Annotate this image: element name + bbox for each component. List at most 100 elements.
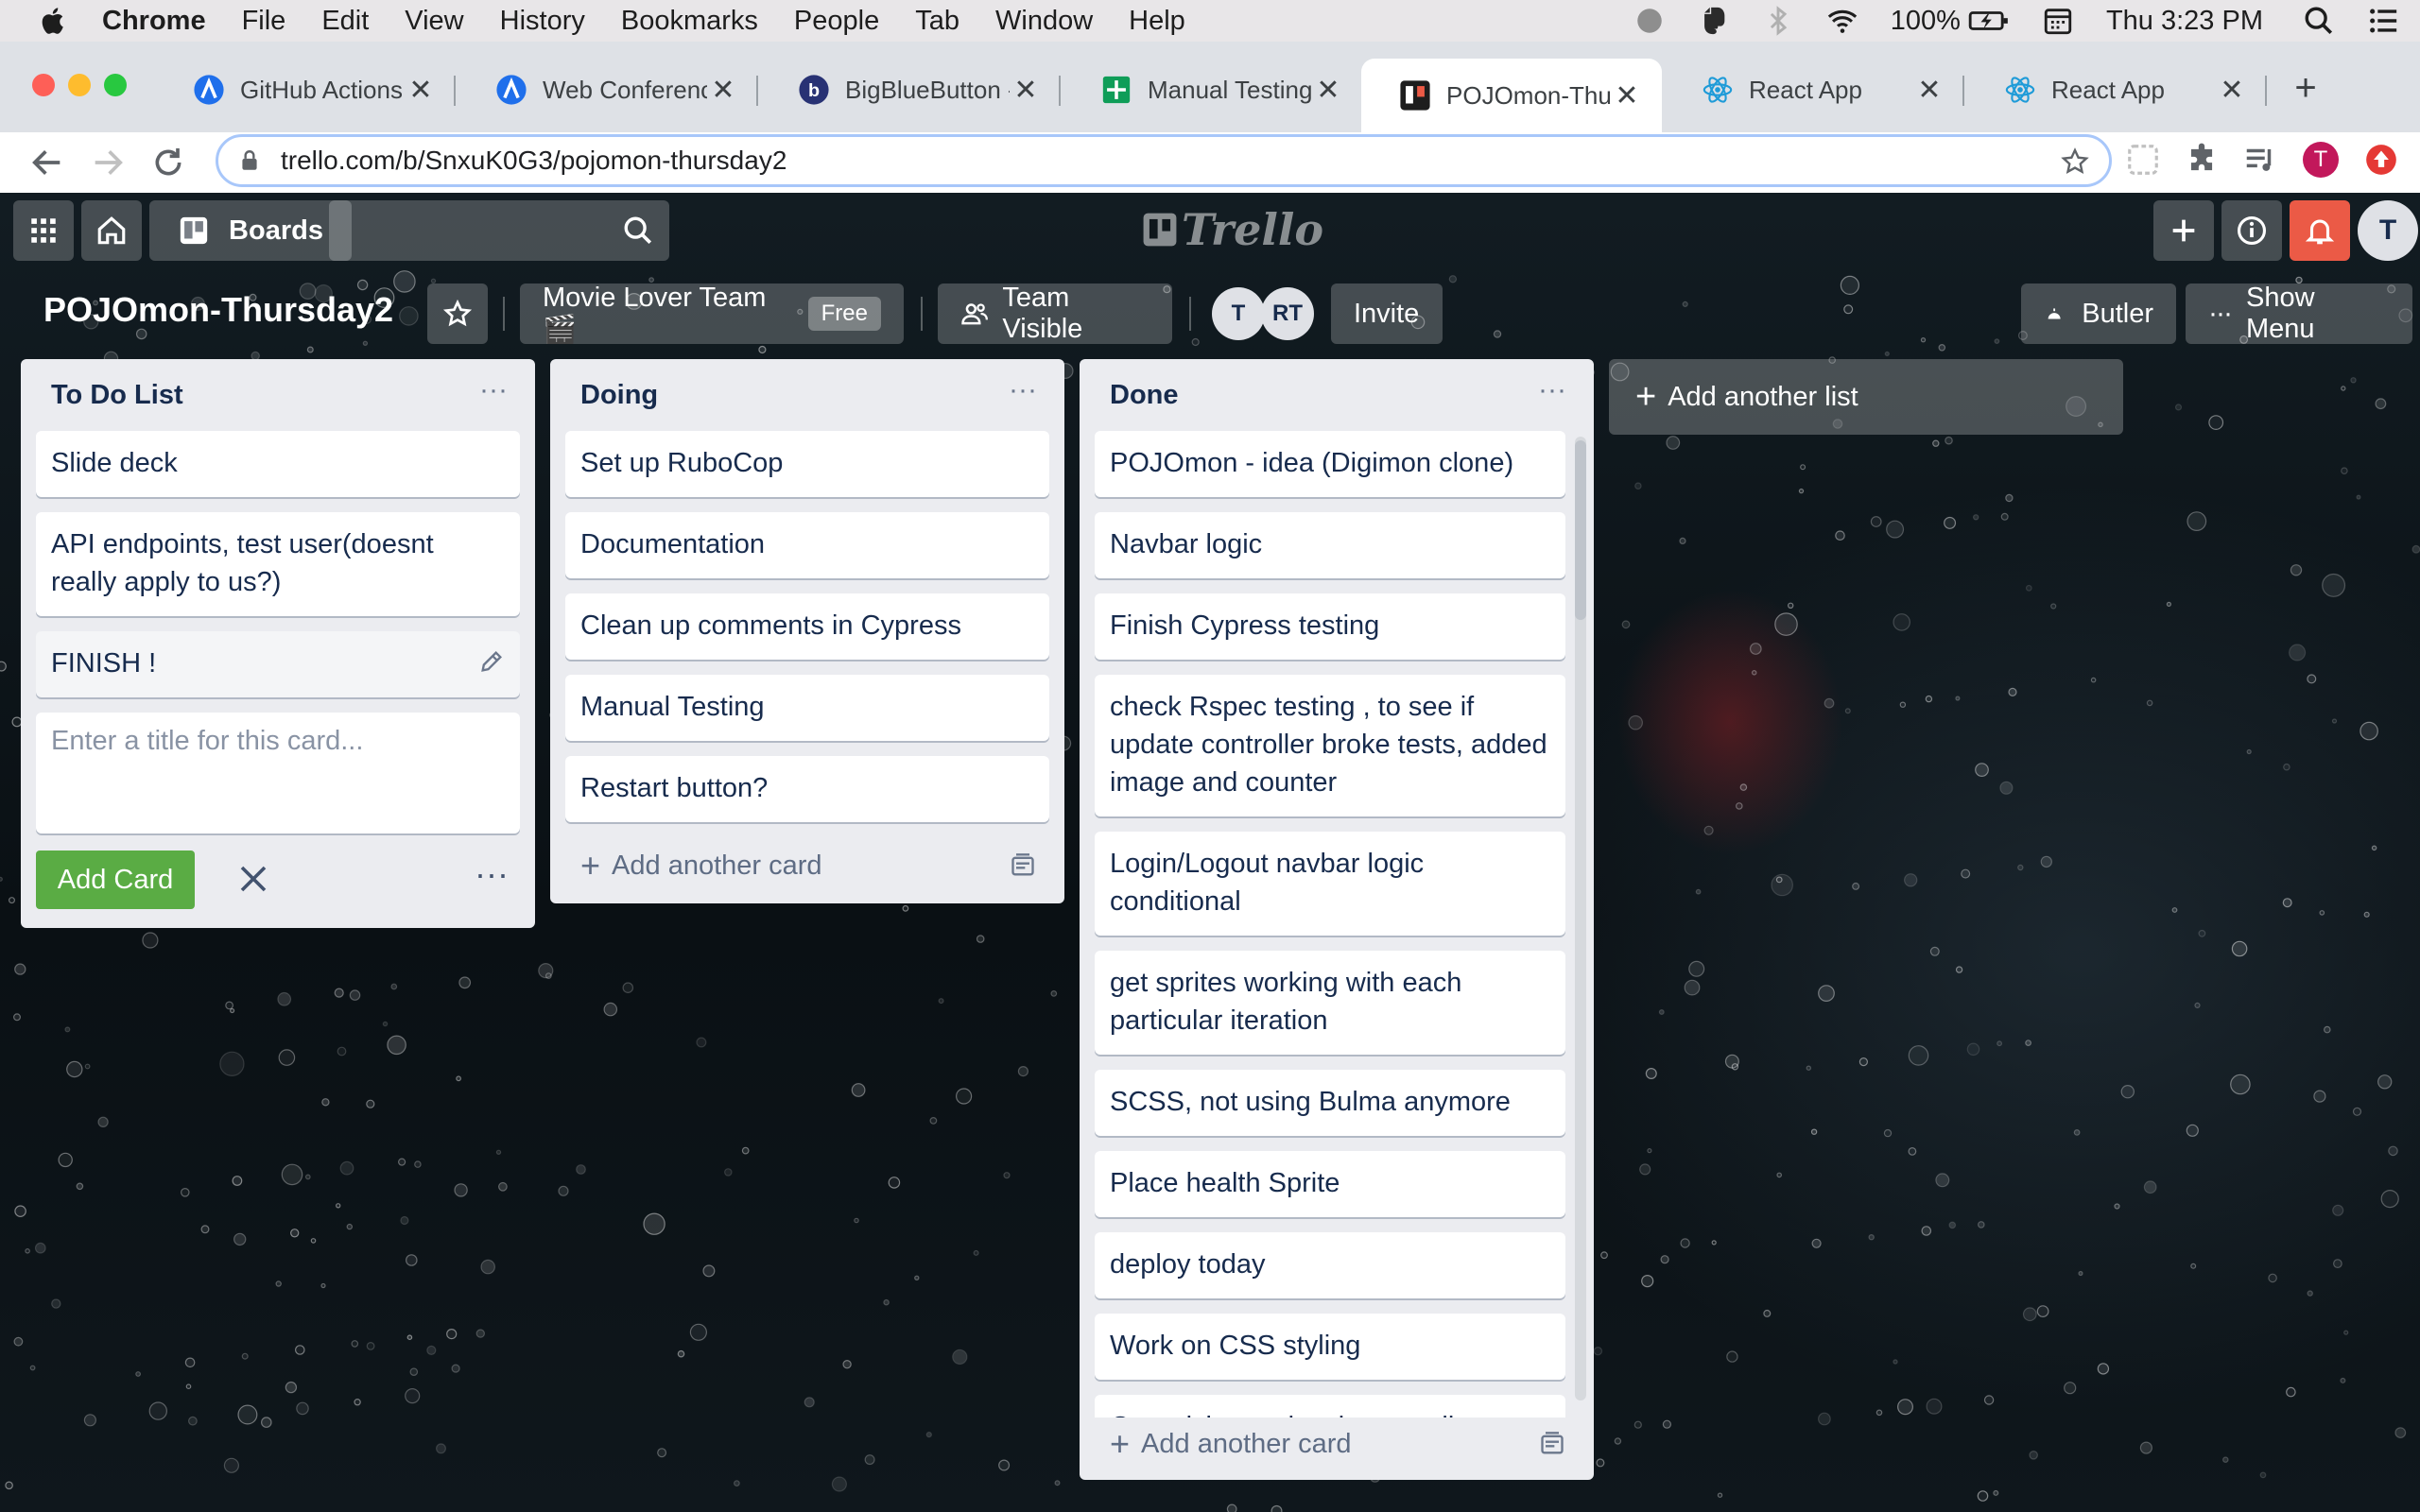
window-minimize-button[interactable]: [68, 74, 91, 96]
tab-github-actions[interactable]: GitHub Actions: F ✕: [155, 60, 456, 119]
new-card-textarea[interactable]: Enter a title for this card...: [36, 713, 520, 833]
add-another-card-button[interactable]: + Add another card: [550, 837, 1064, 894]
notification-center-icon[interactable]: [2367, 5, 2399, 37]
member-avatar[interactable]: T: [2358, 200, 2418, 261]
puzzle-extensions-icon[interactable]: [2184, 142, 2220, 178]
notifications-button[interactable]: [2290, 200, 2350, 261]
card-template-icon[interactable]: [1539, 1431, 1565, 1457]
board-member-avatar[interactable]: T: [1212, 287, 1265, 340]
menu-app-name[interactable]: Chrome: [102, 6, 206, 37]
card[interactable]: Place health Sprite: [1095, 1151, 1565, 1217]
list-header[interactable]: Doing ···: [550, 359, 1064, 431]
menu-file[interactable]: File: [242, 6, 286, 37]
list-doing[interactable]: Doing ··· Set up RuboCop Documentation C…: [550, 359, 1064, 903]
card[interactable]: Documentation: [565, 512, 1049, 578]
list-cards-scroll[interactable]: POJOmon - idea (Digimon clone) Navbar lo…: [1080, 431, 1581, 1418]
menu-help[interactable]: Help: [1129, 6, 1185, 37]
list-done[interactable]: Done ··· POJOmon - idea (Digimon clone) …: [1080, 359, 1594, 1480]
card[interactable]: Login/Logout navbar logic conditional: [1095, 832, 1565, 936]
back-arrow-icon[interactable]: [28, 144, 66, 181]
board-search-input[interactable]: [329, 200, 669, 261]
menu-window[interactable]: Window: [995, 6, 1093, 37]
card[interactable]: Finish Cypress testing: [1095, 593, 1565, 660]
add-card-button[interactable]: Add Card: [36, 850, 195, 909]
card[interactable]: Clean up comments in Cypress: [565, 593, 1049, 660]
spotlight-search-icon[interactable]: [2303, 5, 2335, 37]
extension-icon[interactable]: [2125, 142, 2161, 178]
tab-close-button[interactable]: ✕: [1913, 74, 1945, 106]
tab-bigbluebutton[interactable]: b BigBlueButton - ( ✕: [760, 60, 1061, 119]
information-button[interactable]: [2221, 200, 2282, 261]
card[interactable]: POJOmon - idea (Digimon clone): [1095, 431, 1565, 497]
window-close-button[interactable]: [32, 74, 55, 96]
create-button[interactable]: [2153, 200, 2214, 261]
card[interactable]: Set up RuboCop: [565, 431, 1049, 497]
tab-web-conference[interactable]: Web Conference ✕: [458, 60, 758, 119]
list-title[interactable]: Done: [1110, 380, 1179, 411]
card-template-icon[interactable]: [1010, 852, 1036, 879]
list-to-do[interactable]: To Do List ··· Slide deck API endpoints,…: [21, 359, 535, 928]
card[interactable]: Work on CSS styling: [1095, 1314, 1565, 1380]
card[interactable]: deploy today: [1095, 1232, 1565, 1298]
tab-close-button[interactable]: ✕: [1611, 79, 1643, 112]
card[interactable]: SCSS, not using Bulma anymore: [1095, 1070, 1565, 1136]
invite-button[interactable]: Invite: [1331, 284, 1443, 344]
reload-icon[interactable]: [149, 144, 187, 181]
board-title[interactable]: POJOmon-Thursday2: [43, 290, 393, 330]
update-alert-icon[interactable]: [2363, 142, 2399, 178]
tab-react-app-1[interactable]: React App ✕: [1664, 60, 1964, 119]
star-board-button[interactable]: [427, 284, 488, 344]
menu-view[interactable]: View: [405, 6, 463, 37]
edit-pencil-icon[interactable]: [478, 648, 505, 675]
list-menu-button[interactable]: ···: [475, 376, 512, 412]
menu-history[interactable]: History: [500, 6, 585, 37]
card[interactable]: get sprites working with each particular…: [1095, 951, 1565, 1055]
apps-switcher-button[interactable]: [13, 200, 74, 261]
tab-manual-testing[interactable]: Manual Testing E ✕: [1063, 60, 1363, 119]
tab-pojomon-trello[interactable]: POJOmon-Thurs ✕: [1361, 59, 1662, 132]
record-indicator-icon[interactable]: [1634, 5, 1666, 37]
visibility-button[interactable]: Team Visible: [938, 283, 1172, 344]
list-header[interactable]: To Do List ···: [21, 359, 535, 431]
show-menu-button[interactable]: ··· Show Menu: [2186, 283, 2412, 344]
menu-people[interactable]: People: [794, 6, 879, 37]
boards-button[interactable]: Boards: [149, 200, 352, 261]
card[interactable]: API endpoints, test user(doesnt really a…: [36, 512, 520, 616]
close-icon[interactable]: [236, 862, 270, 896]
card[interactable]: check Rspec testing , to see if update c…: [1095, 675, 1565, 816]
apple-icon[interactable]: [38, 5, 70, 37]
card[interactable]: Organising sprites into smaller: [1095, 1395, 1565, 1418]
profile-avatar[interactable]: T: [2303, 142, 2339, 178]
list-scrollbar-thumb[interactable]: [1575, 440, 1586, 620]
tab-close-button[interactable]: ✕: [1010, 74, 1042, 106]
card[interactable]: FINISH !: [36, 631, 520, 697]
tab-close-button[interactable]: ✕: [405, 74, 437, 106]
list-menu-button[interactable]: ···: [1004, 376, 1042, 412]
menu-clock[interactable]: Thu 3:23 PM: [2106, 6, 2263, 37]
address-bar[interactable]: trello.com/b/SnxuK0G3/pojomon-thursday2: [216, 134, 2112, 187]
menu-edit[interactable]: Edit: [321, 6, 369, 37]
tab-close-button[interactable]: ✕: [1312, 74, 1344, 106]
add-another-card-button[interactable]: + Add another card: [1080, 1416, 1594, 1472]
card[interactable]: Slide deck: [36, 431, 520, 497]
butler-button[interactable]: Butler: [2021, 284, 2176, 344]
menu-tab[interactable]: Tab: [915, 6, 959, 37]
trello-logo[interactable]: Trello: [1142, 204, 1323, 255]
card-options-button[interactable]: ···: [475, 854, 509, 894]
tab-close-button[interactable]: ✕: [707, 74, 739, 106]
menu-bookmarks[interactable]: Bookmarks: [621, 6, 758, 37]
tab-react-app-2[interactable]: React App ✕: [1966, 60, 2267, 119]
board-member-avatar[interactable]: RT: [1261, 287, 1314, 340]
tab-close-button[interactable]: ✕: [2216, 74, 2248, 106]
new-tab-button[interactable]: +: [2288, 69, 2324, 107]
wifi-icon[interactable]: [1826, 5, 1858, 37]
calendar-icon[interactable]: [2042, 5, 2074, 37]
card[interactable]: Restart button?: [565, 756, 1049, 822]
lock-icon[interactable]: [237, 148, 262, 173]
card[interactable]: Manual Testing: [565, 675, 1049, 741]
card[interactable]: Navbar logic: [1095, 512, 1565, 578]
home-button[interactable]: [81, 200, 142, 261]
media-queue-icon[interactable]: [2242, 142, 2278, 178]
window-maximize-button[interactable]: [104, 74, 127, 96]
list-menu-button[interactable]: ···: [1533, 376, 1571, 412]
